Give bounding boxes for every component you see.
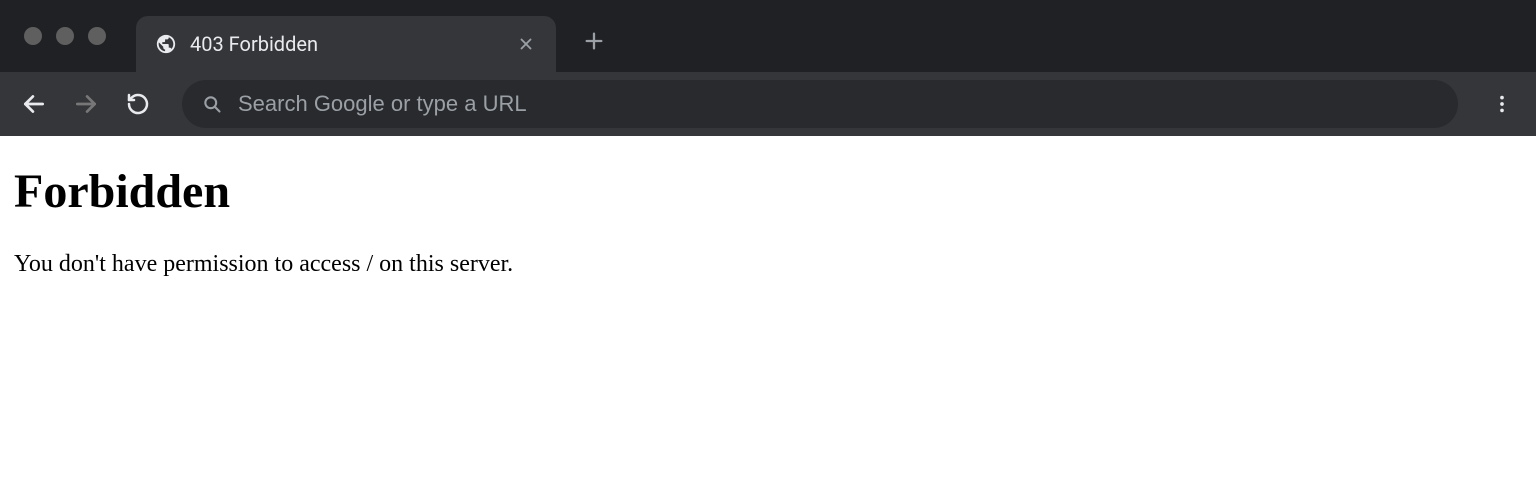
address-bar[interactable] (182, 80, 1458, 128)
tab-strip: 403 Forbidden (0, 0, 1536, 72)
tab-title: 403 Forbidden (190, 32, 514, 56)
toolbar (0, 72, 1536, 136)
window-minimize-dot[interactable] (56, 27, 74, 45)
reload-button[interactable] (116, 82, 160, 126)
search-icon (202, 94, 222, 114)
error-heading: Forbidden (14, 164, 1522, 219)
window-controls (0, 27, 136, 45)
close-tab-button[interactable] (514, 32, 538, 56)
error-message: You don't have permission to access / on… (14, 251, 1522, 278)
back-button[interactable] (12, 82, 56, 126)
address-input[interactable] (238, 91, 1438, 117)
browser-tab[interactable]: 403 Forbidden (136, 16, 556, 72)
browser-menu-button[interactable] (1480, 82, 1524, 126)
new-tab-button[interactable] (574, 21, 614, 61)
globe-icon (154, 32, 178, 56)
window-maximize-dot[interactable] (88, 27, 106, 45)
forward-button[interactable] (64, 82, 108, 126)
browser-chrome: 403 Forbidden (0, 0, 1536, 136)
window-close-dot[interactable] (24, 27, 42, 45)
page-content: Forbidden You don't have permission to a… (0, 136, 1536, 292)
